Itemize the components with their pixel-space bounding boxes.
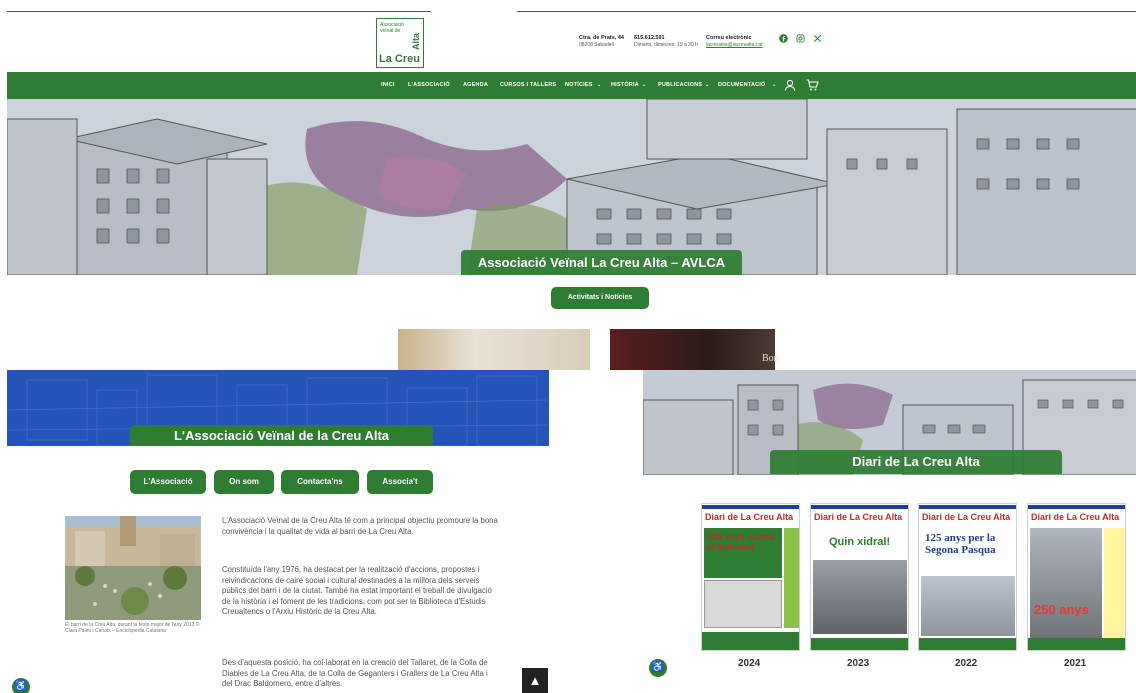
nav-item-documentacio[interactable]: DOCUMENTACIÓ [718, 82, 766, 88]
assoc-paragraph-3: Des d'aquesta posició, ha col·laborat en… [222, 658, 488, 689]
nav-item-inici[interactable]: INICI [381, 82, 395, 88]
nav-item-noticies[interactable]: NOTÍCIES [565, 82, 593, 88]
diari-cover-2024[interactable]: Diari de La Creu Alta 125 anys contra el… [701, 503, 800, 651]
associacio-button[interactable]: L'Associació [130, 470, 206, 494]
address-info: Ctra. de Prats, 44 08208 Sabadell [579, 35, 624, 48]
year-label-2023[interactable]: 2023 [847, 658, 869, 669]
cover-building-photo [704, 580, 782, 628]
email-line[interactable]: lacreualta@lacreualta.cat [706, 42, 763, 48]
cover-headline-block: 125 anys per la Segona Pasqua [921, 528, 1015, 574]
cover-masthead: Diari de La Creu Alta [702, 504, 799, 526]
association-title: L'Associació Veïnal de la Creu Alta [130, 425, 433, 446]
diari-cover-2021[interactable]: Diari de La Creu Alta 250 anys [1027, 503, 1126, 651]
cover-footer [702, 632, 799, 650]
cover-headline: 125 anys per la Segona Pasqua [925, 532, 996, 556]
logo-creu-text: La Creu [379, 53, 420, 65]
cover-footer [811, 638, 908, 650]
diari-title: Diari de La Creu Alta [770, 450, 1062, 474]
chevron-down-icon: ⌄ [642, 82, 647, 88]
phone-title: 615.612.591 [634, 35, 665, 41]
nav-item-agenda[interactable]: AGENDA [463, 82, 488, 88]
cover-top-bar [919, 505, 1016, 509]
nav-item-historia[interactable]: HISTÒRIA [611, 82, 639, 88]
cover-masthead: Diari de La Creu Alta [919, 504, 1016, 526]
shopping-cart-icon[interactable] [806, 79, 819, 91]
activitats-noticies-button[interactable]: Activitats i Notícies [551, 287, 649, 309]
cover-headline: 125 anys contra el Sabadell [707, 532, 776, 552]
address-title: Ctra. de Prats, 44 [579, 35, 624, 41]
cover-headline-block: 125 anys contra el Sabadell [704, 528, 782, 578]
slider-caption-text: Bon [762, 353, 779, 364]
nav-item-cursos[interactable]: CURSOS I TALLERS [500, 82, 556, 88]
facebook-icon[interactable] [779, 34, 788, 43]
slider-image-right[interactable]: Bon [610, 329, 779, 370]
assoc-paragraph-2: Constituïda l'any 1976, ha destacat per … [222, 565, 492, 617]
cover-building-photo [813, 560, 907, 634]
cover-top-bar [811, 505, 908, 509]
nav-item-associacio[interactable]: L'ASSOCIACIÓ [408, 82, 450, 88]
cover-masthead-title: Diari de La Creu Alta [814, 512, 903, 522]
neighborhood-photo [65, 516, 201, 620]
email-info: Correu electrònic lacreualta@lacreualta.… [706, 35, 763, 48]
diari-cover-2023[interactable]: Diari de La Creu Alta Quin xidral! [810, 503, 909, 651]
hero-illustration [7, 99, 1136, 275]
slider-image-left[interactable] [398, 329, 590, 370]
phone-info: 615.612.591 Dimarts, dimecres: 19 a 20 h [634, 35, 698, 48]
main-nav: INICI L'ASSOCIACIÓ AGENDA CURSOS I TALLE… [7, 72, 1136, 99]
accessibility-icon[interactable]: ♿ [649, 659, 667, 677]
cover-masthead-title: Diari de La Creu Alta [705, 512, 794, 522]
city-sketch-graphic [7, 99, 1136, 275]
associat-button[interactable]: Associa't [367, 470, 433, 494]
cover-headline: 250 anys [1034, 602, 1089, 617]
chevron-down-icon: ⌄ [597, 82, 602, 88]
address-line: 08208 Sabadell [579, 42, 614, 48]
site-logo[interactable]: Associació veïnal de Alta La Creu [376, 18, 424, 68]
email-title: Correu electrònic [706, 35, 752, 41]
cover-masthead-title: Diari de La Creu Alta [1031, 512, 1120, 522]
year-label-2022[interactable]: 2022 [955, 658, 977, 669]
cover-headline-block: Quin xidral! [813, 528, 907, 558]
cover-top-bar [702, 505, 799, 509]
year-label-2024[interactable]: 2024 [738, 658, 760, 669]
cover-side-column [1104, 528, 1125, 638]
header-divider-left [7, 11, 431, 12]
on-som-button[interactable]: On som [214, 470, 274, 494]
phone-line: Dimarts, dimecres: 19 a 20 h [634, 42, 698, 48]
cover-top-bar [1028, 505, 1125, 509]
photo-caption: El barri de la Creu Alta, durant la fest… [65, 622, 200, 634]
cover-masthead-title: Diari de La Creu Alta [922, 512, 1011, 522]
cover-masthead: Diari de La Creu Alta [1028, 504, 1125, 526]
festival-photo-graphic [65, 516, 201, 620]
cover-footer [1028, 638, 1125, 650]
cover-footer [919, 638, 1016, 650]
chevron-down-icon: ⌄ [772, 82, 777, 88]
cover-masthead: Diari de La Creu Alta [811, 504, 908, 526]
cover-historic-photo: 250 anys [1030, 528, 1102, 638]
cover-side-column [784, 528, 799, 628]
logo-small-text: Associació veïnal de [380, 22, 404, 34]
x-twitter-icon[interactable] [813, 34, 822, 43]
accessibility-icon[interactable]: ♿ [12, 678, 30, 693]
chevron-down-icon: ⌄ [705, 82, 710, 88]
logo-alta-text: Alta [411, 33, 421, 51]
contactans-button[interactable]: Contacta'ns [281, 470, 359, 494]
cover-headline: Quin xidral! [829, 536, 891, 548]
instagram-icon[interactable] [796, 34, 805, 43]
hero-title: Associació Veïnal La Creu Alta – AVLCA [461, 250, 742, 275]
nav-item-publicacions[interactable]: PUBLICACIONS [658, 82, 702, 88]
header-divider-right [517, 11, 1136, 12]
assoc-paragraph-1: L'Associació Veïnal de la Creu Alta té c… [222, 516, 498, 536]
cover-tank-photo [921, 576, 1015, 636]
diari-cover-2022[interactable]: Diari de La Creu Alta 125 anys per la Se… [918, 503, 1017, 651]
chevron-up-icon: ▲ [528, 673, 542, 688]
user-account-icon[interactable] [784, 79, 796, 91]
year-label-2021[interactable]: 2021 [1064, 658, 1086, 669]
scroll-to-top-button[interactable]: ▲ [522, 668, 548, 693]
